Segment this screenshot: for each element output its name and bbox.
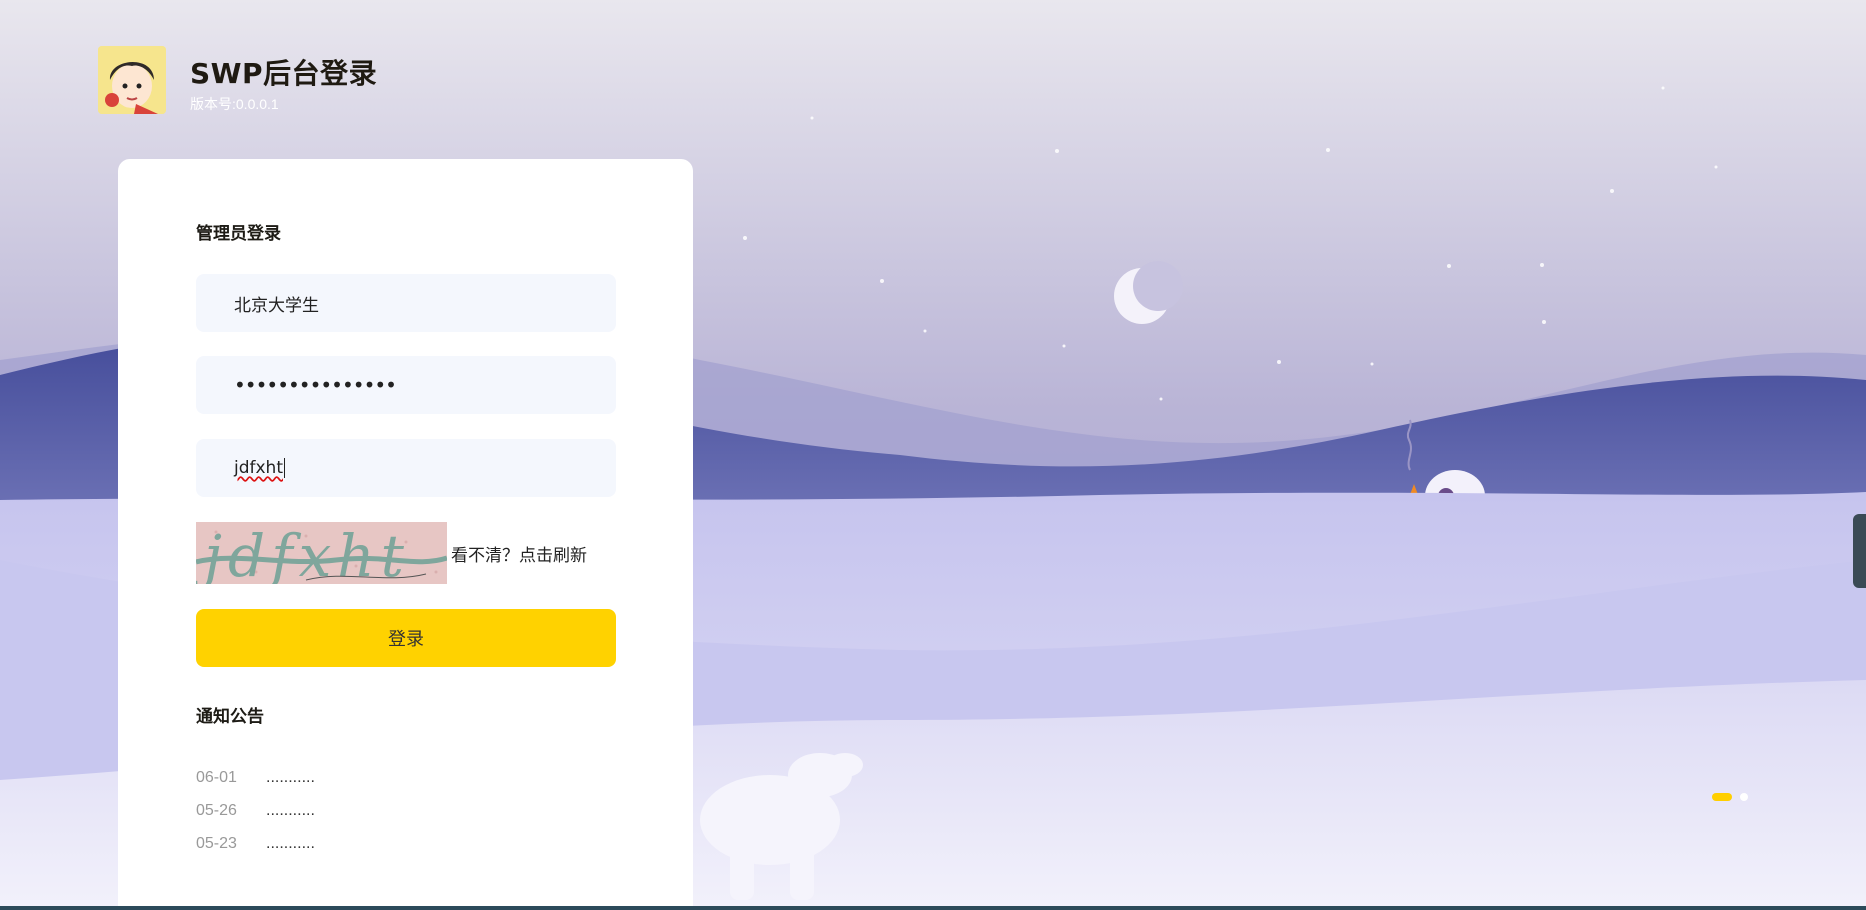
password-value: ••••••••••••••• xyxy=(234,373,397,397)
captcha-image-text: jdfxht xyxy=(196,522,410,584)
username-value: 北京大学生 xyxy=(234,295,319,316)
notice-text: ........... xyxy=(266,801,315,819)
title-block: SWP后台登录 版本号:0.0.0.1 xyxy=(190,52,377,114)
notice-list: 06-01 ........... 05-26 ........... 05-2… xyxy=(196,761,315,860)
list-item[interactable]: 06-01 ........... xyxy=(196,761,315,794)
captcha-input-value: jdfxht xyxy=(234,458,283,478)
captcha-input[interactable]: jdfxht xyxy=(196,439,616,497)
notice-text: ........... xyxy=(266,768,315,786)
notice-date: 06-01 xyxy=(196,768,237,786)
version-label: 版本号:0.0.0.1 xyxy=(190,96,279,112)
list-item[interactable]: 05-23 ........... xyxy=(196,827,315,860)
bottom-bar xyxy=(0,906,1866,910)
carousel-dot[interactable] xyxy=(1740,793,1748,801)
list-item[interactable]: 05-26 ........... xyxy=(196,794,315,827)
password-input[interactable]: ••••••••••••••• xyxy=(196,356,616,414)
carousel-indicator xyxy=(1712,793,1748,801)
notice-title: 通知公告 xyxy=(196,707,264,727)
login-button[interactable]: 登录 xyxy=(196,609,616,667)
username-input[interactable]: 北京大学生 xyxy=(196,274,616,332)
notice-date: 05-26 xyxy=(196,801,237,819)
captcha-row: jdfxht 看不清？点击刷新 xyxy=(196,522,587,584)
refresh-captcha-link[interactable]: 看不清？点击刷新 xyxy=(451,541,587,566)
cartoon-avatar-icon xyxy=(98,46,166,114)
captcha-image[interactable]: jdfxht xyxy=(196,522,447,584)
app-title: SWP后台登录 xyxy=(190,57,378,90)
notice-date: 05-23 xyxy=(196,834,237,852)
side-widget-handle[interactable] xyxy=(1853,514,1866,588)
text-caret xyxy=(284,458,285,478)
notice-text: ........... xyxy=(266,834,315,852)
login-card: 管理员登录 北京大学生 ••••••••••••••• jdfxht jdfxh… xyxy=(118,159,693,910)
page-header: SWP后台登录 版本号:0.0.0.1 xyxy=(98,46,377,114)
admin-login-title: 管理员登录 xyxy=(196,224,281,244)
carousel-dot-active[interactable] xyxy=(1712,793,1732,801)
